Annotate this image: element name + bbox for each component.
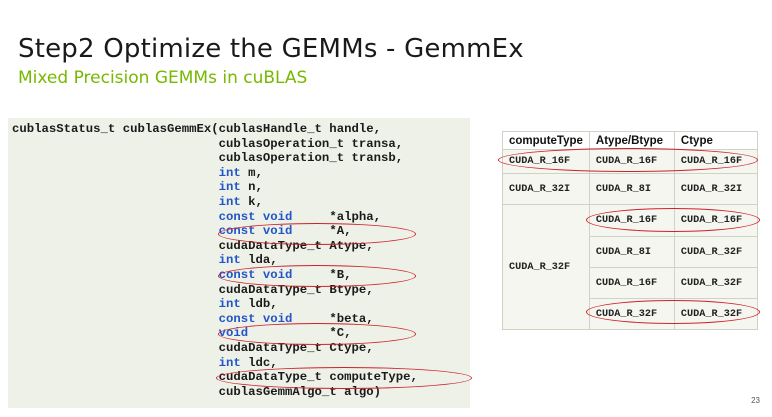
c-type-cell: CUDA_R_32F	[673, 267, 758, 299]
code-keyword: int	[218, 253, 241, 268]
slide-subtitle: Mixed Precision GEMMs in cuBLAS	[18, 68, 308, 88]
table-row: CUDA_R_16F CUDA_R_16F CUDA_R_16F	[502, 149, 758, 174]
code-line: cudaDataType_t computeType,	[12, 370, 418, 385]
compute-type-cell: CUDA_R_32F	[502, 204, 590, 330]
code-keyword: int	[218, 195, 241, 209]
table-row: CUDA_R_32I CUDA_R_8I CUDA_R_32I	[502, 173, 758, 205]
slide-title: Step2 Optimize the GEMMs - GemmEx	[18, 34, 524, 64]
code-line: cublasOperation_t transa,	[12, 137, 403, 152]
code-text: *C,	[248, 326, 352, 341]
code-text: cudaDataType_t Ctype,	[218, 341, 374, 355]
code-keyword: int	[218, 355, 241, 370]
code-text: ldb,	[240, 297, 278, 312]
code-text: cudaDataType_t Btype,	[218, 282, 374, 297]
table-row: CUDA_R_32F CUDA_R_16F CUDA_R_16F	[502, 204, 758, 330]
code-text: k,	[240, 195, 263, 209]
c-type-cell: CUDA_R_16F	[673, 149, 758, 174]
code-text: *alpha,	[292, 209, 381, 224]
code-text: ldc,	[240, 355, 278, 370]
code-text: cublasGemmAlgo_t algo)	[218, 384, 381, 399]
page-number: 23	[751, 396, 760, 405]
code-line: const void *A,	[12, 224, 352, 239]
header-compute-type: computeType	[502, 131, 590, 150]
ab-type-cell: CUDA_R_8I	[588, 173, 675, 205]
code-keyword: int	[218, 165, 241, 180]
code-text: *A,	[292, 224, 352, 239]
code-keyword: int	[218, 180, 241, 195]
code-text: cudaDataType_t computeType,	[218, 370, 418, 385]
code-text: cublasOperation_t transb,	[218, 151, 404, 166]
c-type-cell: CUDA_R_32F	[673, 298, 758, 330]
code-keyword: void	[218, 326, 249, 341]
code-line: int n,	[12, 180, 263, 195]
code-text: lda,	[240, 253, 278, 268]
code-line: cudaDataType_t Atype,	[12, 239, 374, 254]
compute-type-cell: CUDA_R_32I	[502, 173, 590, 205]
code-line: cudaDataType_t Ctype,	[12, 341, 374, 356]
code-text: cublasStatus_t cublasGemmEx(cublasHandle…	[12, 122, 381, 136]
code-line: int lda,	[12, 253, 278, 268]
code-line: int ldb,	[12, 297, 278, 312]
c-type-cell: CUDA_R_32F	[673, 236, 758, 268]
ab-type-cell: CUDA_R_16F	[588, 267, 675, 299]
code-line: cublasGemmAlgo_t algo)	[12, 385, 381, 400]
c-type-cell: CUDA_R_32I	[673, 173, 758, 205]
code-keyword: const void	[218, 209, 293, 224]
code-line: int m,	[12, 166, 263, 181]
code-keyword: const void	[218, 268, 293, 282]
c-type-cell: CUDA_R_16F	[673, 204, 758, 237]
ab-type-cell: CUDA_R_16F	[588, 149, 675, 174]
code-text: n,	[240, 180, 263, 195]
compute-type-table: computeType Atype/Btype Ctype CUDA_R_16F…	[502, 131, 758, 330]
ab-type-cell: CUDA_R_16F	[588, 204, 675, 237]
code-keyword: int	[218, 297, 241, 312]
code-line: int ldc,	[12, 356, 278, 371]
code-line: cudaDataType_t Btype,	[12, 283, 374, 298]
code-line: const void *beta,	[12, 312, 374, 327]
code-line: const void *B,	[12, 268, 352, 283]
code-keyword: const void	[218, 224, 293, 239]
code-text: cublasOperation_t transa,	[218, 136, 404, 151]
code-text: *beta,	[292, 311, 374, 326]
code-text: m,	[240, 165, 263, 180]
ab-type-cell: CUDA_R_32F	[588, 298, 675, 330]
ab-type-cell: CUDA_R_8I	[588, 236, 675, 268]
code-line: int k,	[12, 195, 263, 210]
table-header-row: computeType Atype/Btype Ctype	[502, 131, 758, 150]
code-line: cublasStatus_t cublasGemmEx(cublasHandle…	[12, 122, 381, 137]
compute-type-cell: CUDA_R_16F	[502, 149, 590, 174]
header-ab-type: Atype/Btype	[588, 131, 675, 150]
code-keyword: const void	[218, 311, 293, 326]
code-panel: cublasStatus_t cublasGemmEx(cublasHandle…	[8, 118, 470, 408]
header-c-type: Ctype	[673, 131, 758, 150]
code-line: cublasOperation_t transb,	[12, 151, 403, 166]
code-line: const void *alpha,	[12, 210, 381, 225]
code-text: cudaDataType_t Atype,	[218, 238, 374, 253]
code-line: void *C,	[12, 326, 352, 341]
code-text: *B,	[292, 268, 352, 282]
